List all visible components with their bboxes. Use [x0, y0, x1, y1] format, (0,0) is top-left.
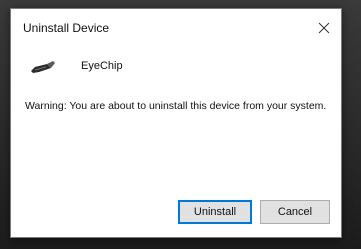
uninstall-button[interactable]: Uninstall	[178, 200, 252, 224]
uninstall-device-dialog: Uninstall Device EyeChip Warning: You ar…	[10, 8, 342, 238]
dialog-titlebar: Uninstall Device	[11, 9, 341, 43]
warning-message: Warning: You are about to uninstall this…	[25, 100, 327, 112]
cancel-button[interactable]: Cancel	[260, 200, 330, 224]
close-icon[interactable]	[313, 17, 335, 39]
dialog-title: Uninstall Device	[23, 21, 110, 35]
usb-device-icon	[29, 55, 57, 77]
device-name: EyeChip	[81, 60, 123, 72]
device-row: EyeChip	[29, 55, 329, 79]
